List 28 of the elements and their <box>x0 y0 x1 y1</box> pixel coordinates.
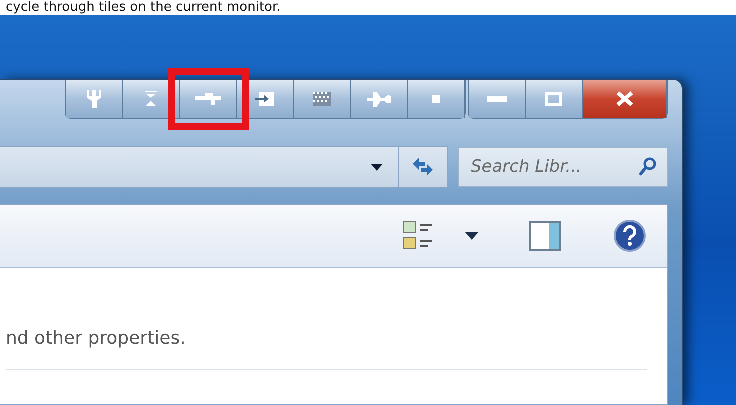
caret-icon <box>370 164 382 170</box>
collapse-arrows-icon <box>145 90 157 108</box>
preview-pane-icon <box>529 221 561 251</box>
horizontal-bar-icon <box>195 93 221 105</box>
caption-text: cycle through tiles on the current monitor. <box>6 0 281 15</box>
close-button[interactable] <box>583 80 667 118</box>
small-square-icon <box>432 95 440 103</box>
search-icon <box>639 157 657 177</box>
description-text: nd other properties. <box>6 328 187 349</box>
maximize-button[interactable] <box>526 80 583 118</box>
title-bar-button[interactable] <box>180 80 237 118</box>
refresh-arrows-icon <box>411 157 435 177</box>
wrench-icon <box>87 90 101 108</box>
search-field[interactable]: Search Libr... <box>458 147 668 187</box>
close-icon <box>616 91 634 107</box>
arrow-into-box-icon <box>255 91 275 107</box>
pin-icon <box>367 91 391 107</box>
title-bar-button[interactable] <box>66 80 123 118</box>
checkered-square-icon <box>313 92 331 106</box>
search-input[interactable]: Search Libr... <box>469 156 639 178</box>
maximize-icon <box>545 92 563 106</box>
title-bar-button[interactable] <box>408 80 465 118</box>
caret-icon <box>465 232 479 240</box>
minimize-icon <box>487 96 507 102</box>
title-bar-button[interactable] <box>351 80 408 118</box>
help-icon <box>613 219 647 253</box>
title-bar-button[interactable] <box>294 80 351 118</box>
minimize-button[interactable] <box>469 80 526 118</box>
